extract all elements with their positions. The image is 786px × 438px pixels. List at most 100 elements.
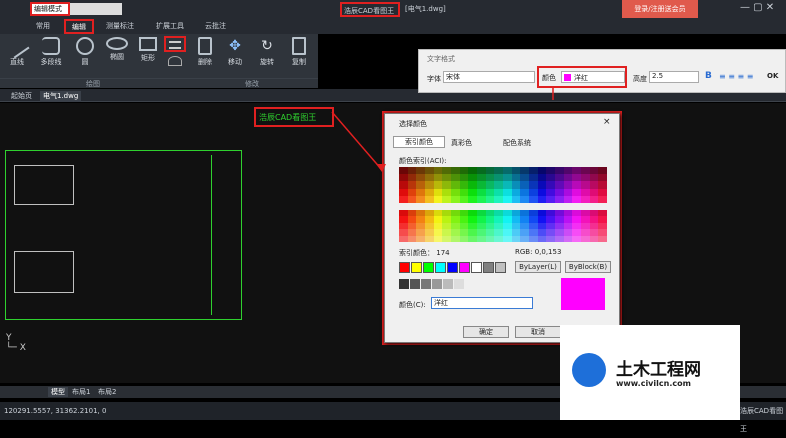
palette-swatch[interactable] bbox=[563, 167, 573, 175]
palette-swatch[interactable] bbox=[581, 174, 590, 182]
palette-swatch[interactable] bbox=[589, 174, 599, 182]
tab-edit[interactable]: 编辑 bbox=[64, 19, 94, 34]
gray-swatch[interactable] bbox=[410, 279, 420, 289]
palette-swatch[interactable] bbox=[537, 188, 547, 196]
palette-swatch[interactable] bbox=[529, 167, 538, 175]
palette-swatch[interactable] bbox=[468, 188, 477, 196]
standard-colors[interactable] bbox=[399, 262, 519, 274]
palette-swatch[interactable] bbox=[589, 235, 599, 242]
text-tool-highlight[interactable] bbox=[164, 36, 186, 52]
tab-extend[interactable]: 扩展工具 bbox=[156, 21, 184, 31]
palette-swatch[interactable] bbox=[433, 195, 443, 203]
palette-swatch[interactable] bbox=[442, 188, 451, 196]
palette-swatch[interactable] bbox=[477, 181, 486, 189]
palette-swatch[interactable] bbox=[425, 235, 434, 242]
palette-swatch[interactable] bbox=[451, 195, 460, 203]
align-buttons[interactable]: ≡ ≡ ≡ ≡ bbox=[719, 72, 753, 81]
tab-measure[interactable]: 测量标注 bbox=[106, 21, 134, 31]
palette-swatch[interactable] bbox=[572, 167, 581, 175]
cancel-button[interactable]: 取消 bbox=[515, 326, 561, 338]
mode-dropdown[interactable] bbox=[70, 3, 122, 15]
palette-swatch[interactable] bbox=[563, 188, 573, 196]
palette-swatch[interactable] bbox=[425, 167, 434, 175]
canvas-text[interactable]: 浩辰CAD看图王 bbox=[254, 107, 334, 127]
palette-swatch[interactable] bbox=[598, 167, 607, 175]
standard-color-swatch[interactable] bbox=[447, 262, 458, 273]
palette-swatch[interactable] bbox=[563, 181, 573, 189]
palette-swatch[interactable] bbox=[589, 195, 599, 203]
palette-swatch[interactable] bbox=[581, 167, 590, 175]
palette-swatch[interactable] bbox=[425, 174, 434, 182]
palette-swatch[interactable] bbox=[529, 195, 538, 203]
palette-swatch[interactable] bbox=[468, 195, 477, 203]
palette-swatch[interactable] bbox=[581, 235, 590, 242]
palette-swatch[interactable] bbox=[511, 167, 521, 175]
palette-swatch[interactable] bbox=[451, 188, 460, 196]
palette-swatch[interactable] bbox=[503, 167, 512, 175]
palette-swatch[interactable] bbox=[477, 195, 486, 203]
standard-color-swatch[interactable] bbox=[471, 262, 482, 273]
palette-swatch[interactable] bbox=[529, 188, 538, 196]
palette-swatch[interactable] bbox=[555, 235, 564, 242]
palette-swatch[interactable] bbox=[468, 174, 477, 182]
palette-swatch[interactable] bbox=[459, 235, 469, 242]
tab-cloud[interactable]: 云批注 bbox=[205, 21, 226, 31]
login-button[interactable]: 登录/注册送会员 bbox=[622, 0, 698, 18]
rotate-tool[interactable]: ↻ 旋转 bbox=[252, 34, 282, 72]
palette-swatch[interactable] bbox=[537, 174, 547, 182]
palette-swatch[interactable] bbox=[459, 181, 469, 189]
palette-swatch[interactable] bbox=[546, 195, 555, 203]
palette-swatch[interactable] bbox=[520, 167, 529, 175]
palette-swatch[interactable] bbox=[598, 181, 607, 189]
aci-palette-top[interactable] bbox=[399, 167, 607, 203]
palette-swatch[interactable] bbox=[485, 188, 495, 196]
ok-button[interactable]: OK bbox=[767, 72, 778, 80]
palette-swatch[interactable] bbox=[555, 195, 564, 203]
palette-swatch[interactable] bbox=[416, 181, 425, 189]
palette-swatch[interactable] bbox=[537, 167, 547, 175]
palette-swatch[interactable] bbox=[477, 174, 486, 182]
palette-swatch[interactable] bbox=[416, 188, 425, 196]
palette-swatch[interactable] bbox=[433, 167, 443, 175]
standard-color-swatch[interactable] bbox=[483, 262, 494, 273]
gray-shades[interactable] bbox=[399, 279, 469, 291]
window-controls[interactable]: — ▢ ✕ bbox=[740, 2, 774, 13]
palette-swatch[interactable] bbox=[494, 235, 503, 242]
palette-swatch[interactable] bbox=[555, 181, 564, 189]
palette-swatch[interactable] bbox=[503, 188, 512, 196]
palette-swatch[interactable] bbox=[407, 188, 417, 196]
palette-swatch[interactable] bbox=[511, 174, 521, 182]
palette-swatch[interactable] bbox=[442, 195, 451, 203]
palette-swatch[interactable] bbox=[399, 174, 408, 182]
byblock-button[interactable]: ByBlock(B) bbox=[565, 261, 611, 273]
delete-tool[interactable]: 删除 bbox=[190, 34, 220, 72]
palette-swatch[interactable] bbox=[425, 181, 434, 189]
palette-swatch[interactable] bbox=[572, 188, 581, 196]
palette-swatch[interactable] bbox=[451, 181, 460, 189]
standard-color-swatch[interactable] bbox=[423, 262, 434, 273]
palette-swatch[interactable] bbox=[537, 235, 547, 242]
palette-swatch[interactable] bbox=[477, 188, 486, 196]
palette-swatch[interactable] bbox=[511, 235, 521, 242]
mode-label[interactable]: 编辑模式 bbox=[30, 2, 70, 16]
palette-swatch[interactable] bbox=[529, 235, 538, 242]
color-name-input[interactable]: 洋红 bbox=[431, 297, 533, 309]
font-select[interactable]: 宋体 bbox=[443, 71, 535, 83]
palette-swatch[interactable] bbox=[546, 188, 555, 196]
palette-swatch[interactable] bbox=[581, 181, 590, 189]
palette-swatch[interactable] bbox=[546, 181, 555, 189]
palette-swatch[interactable] bbox=[459, 195, 469, 203]
palette-swatch[interactable] bbox=[477, 167, 486, 175]
palette-swatch[interactable] bbox=[451, 235, 460, 242]
palette-swatch[interactable] bbox=[459, 167, 469, 175]
palette-swatch[interactable] bbox=[572, 195, 581, 203]
standard-color-swatch[interactable] bbox=[459, 262, 470, 273]
palette-swatch[interactable] bbox=[459, 188, 469, 196]
palette-swatch[interactable] bbox=[425, 188, 434, 196]
palette-swatch[interactable] bbox=[529, 174, 538, 182]
palette-swatch[interactable] bbox=[503, 195, 512, 203]
tab-start-page[interactable]: 起始页 bbox=[8, 91, 35, 102]
palette-swatch[interactable] bbox=[563, 195, 573, 203]
palette-swatch[interactable] bbox=[451, 174, 460, 182]
palette-swatch[interactable] bbox=[520, 235, 529, 242]
